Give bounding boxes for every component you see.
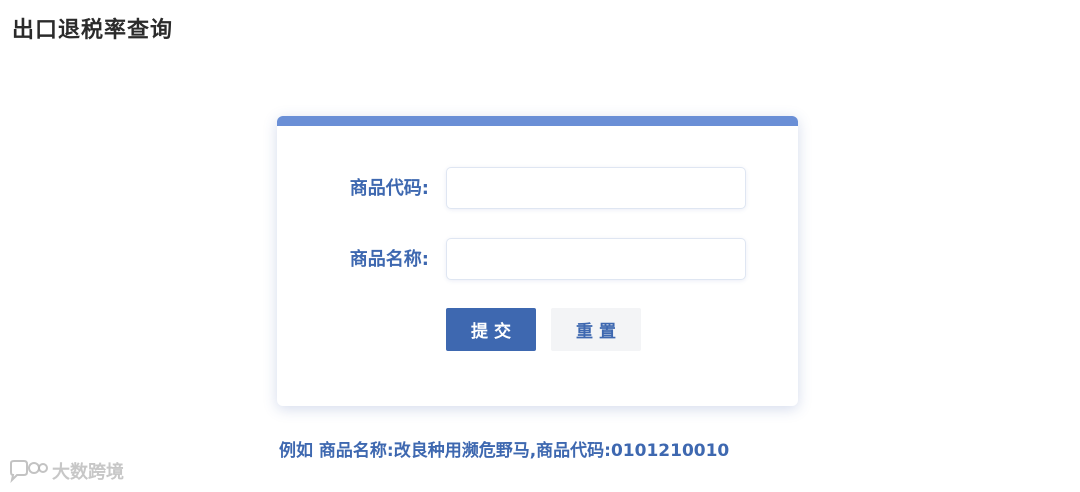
submit-button[interactable]: 提交	[446, 308, 536, 351]
page-title: 出口退税率查询	[12, 18, 174, 43]
product-name-input[interactable]	[446, 238, 746, 280]
query-form-card: 商品代码: 商品名称: 提交 重置	[277, 116, 798, 406]
chat-bubble-logo-icon	[8, 459, 48, 483]
product-code-input[interactable]	[446, 167, 746, 209]
product-code-label: 商品代码:	[349, 178, 429, 199]
watermark-text: 大数跨境	[52, 462, 124, 483]
reset-button[interactable]: 重置	[551, 308, 641, 351]
form-row-product-name: 商品名称:	[277, 238, 798, 282]
example-hint: 例如 商品名称:改良种用濒危野马,商品代码:0101210010	[279, 441, 730, 461]
card-accent-bar	[277, 116, 798, 126]
product-name-label: 商品名称:	[349, 249, 429, 270]
page: 出口退税率查询 商品代码: 商品名称: 提交 重置 例如 商品名称:改良种用濒危…	[0, 0, 1080, 492]
watermark: 大数跨境	[8, 458, 124, 484]
form-row-product-code: 商品代码:	[277, 167, 798, 211]
